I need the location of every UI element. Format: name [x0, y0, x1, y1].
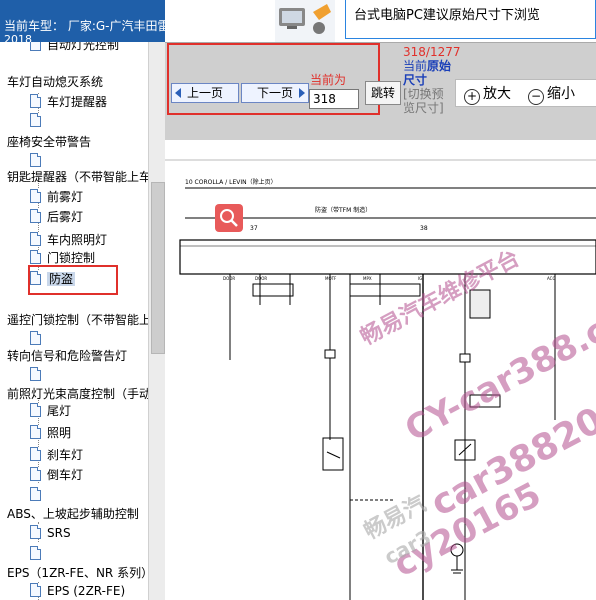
svg-text:IG: IG	[418, 276, 422, 281]
document-icon	[30, 367, 41, 381]
tree-category-eps[interactable]: EPS（1ZR-FE、NR 系列）	[7, 564, 148, 582]
tree-leaf-auto-light[interactable]: 自动灯光控制	[30, 42, 119, 54]
tree-leaf-illumination[interactable]: 照明	[30, 424, 71, 442]
tree-leaf-interior-light[interactable]: 车内照明灯	[30, 231, 107, 249]
diagram-viewer[interactable]: 10 COROLLA / LEVIN（除上页） 防盗（带TFM 制造） 37 3…	[165, 140, 596, 600]
switch-preview-link[interactable]: [切换预览尺寸]	[403, 87, 453, 115]
document-icon	[30, 583, 41, 597]
svg-text:DOOR: DOOR	[223, 276, 235, 281]
zoom-controls: + 放大 − 缩小	[455, 79, 596, 107]
banner: 台式电脑PC建议原始尺寸下浏览	[165, 0, 596, 42]
document-icon	[30, 467, 41, 481]
selection-highlight	[28, 265, 118, 295]
jump-button[interactable]: 跳转	[365, 81, 401, 105]
scrollbar-thumb[interactable]	[151, 182, 165, 354]
banner-illustration	[275, 0, 335, 42]
tree-category-abs[interactable]: ABS、上坡起步辅助控制	[7, 505, 139, 523]
current-word: 当前	[403, 59, 428, 73]
banner-notice: 台式电脑PC建议原始尺寸下浏览	[345, 0, 596, 39]
tree-leaf-light-reminder[interactable]: 车灯提醒器	[30, 93, 107, 111]
document-icon	[30, 250, 41, 264]
section-title: 防盗（带TFM 制造）	[315, 206, 371, 214]
tree-leaf-srs[interactable]: SRS	[30, 524, 71, 542]
title-bar: 当前车型： 厂家:G-广汽丰田雷凌（Levin）2014-2018 2018	[0, 0, 165, 42]
next-page-button[interactable]: 下一页	[241, 83, 309, 103]
svg-text:ACC: ACC	[547, 276, 555, 281]
banner-text: 台式电脑PC建议原始尺寸下浏览	[354, 8, 540, 23]
svg-text:DOOR: DOOR	[255, 276, 267, 281]
document-icon	[30, 525, 41, 539]
tree-leaf-empty[interactable]	[30, 545, 41, 563]
col-37: 37	[250, 225, 258, 232]
document-icon	[30, 487, 41, 501]
current-model-text: 当前车型： 厂家:G-广汽丰田雷凌（Levin）2014-2018	[4, 19, 165, 33]
zoom-out-icon: −	[528, 89, 544, 105]
zoom-in-button[interactable]: + 放大	[464, 83, 511, 105]
document-icon	[30, 42, 41, 51]
document-icon	[30, 232, 41, 246]
prev-page-button[interactable]: 上一页	[171, 83, 239, 103]
document-icon	[30, 189, 41, 203]
page-number-input[interactable]	[309, 89, 359, 109]
arrow-right-icon	[299, 88, 305, 98]
tree-category-key-reminder[interactable]: 钥匙提醒器（不带智能上车和起动系统）	[7, 168, 148, 186]
page-info: 318/1277 当前原始尺寸 [切换预览尺寸]	[403, 45, 461, 115]
document-icon	[30, 94, 41, 108]
toolbar: 上一页 下一页 当前为 跳转 318/1277 当前原始尺寸 [切换预览尺寸] …	[165, 42, 596, 141]
svg-text:MPX: MPX	[363, 276, 372, 281]
tree-leaf-tail-light[interactable]: 尾灯	[30, 402, 71, 420]
magnify-button[interactable]	[215, 204, 243, 232]
diagram-header: 10 COROLLA / LEVIN（除上页）	[185, 178, 277, 186]
document-icon	[30, 209, 41, 223]
svg-text:MOTF: MOTF	[325, 276, 337, 281]
tree-leaf-empty[interactable]	[30, 366, 41, 384]
tree-category-light-off[interactable]: 车灯自动熄灭系统	[7, 73, 103, 91]
sidebar-scrollbar[interactable]	[148, 42, 166, 600]
tree-leaf-reverse-light[interactable]: 倒车灯	[30, 466, 83, 484]
tree-category-beam-height[interactable]: 前照灯光束高度控制（手动）	[7, 385, 148, 403]
magnify-icon	[220, 209, 238, 227]
tree-category-seatbelt[interactable]: 座椅安全带警告	[7, 133, 91, 151]
document-icon	[30, 447, 41, 461]
tree-category-remote-lock[interactable]: 遥控门锁控制（不带智能上车和起动系统）	[7, 311, 148, 329]
page-fraction: 318/1277	[403, 45, 461, 59]
document-icon	[30, 425, 41, 439]
document-icon	[30, 113, 41, 127]
tree-leaf-rear-fog[interactable]: 后雾灯	[30, 208, 83, 226]
col-38: 38	[420, 225, 428, 232]
tree-leaf-empty[interactable]	[30, 330, 41, 348]
document-icon	[30, 331, 41, 345]
sidebar-tree: 自动灯光控制 车灯自动熄灭系统 车灯提醒器 座椅安全带警告 钥匙提醒器（不带智能…	[0, 42, 148, 600]
tree-category-turn-signal[interactable]: 转向信号和危险警告灯	[7, 347, 127, 365]
current-page-label: 当前为	[310, 73, 347, 87]
tree-leaf-front-fog[interactable]: 前雾灯	[30, 188, 83, 206]
tree-leaf-eps-2zr[interactable]: EPS (2ZR-FE)	[30, 582, 125, 600]
arrow-left-icon	[175, 88, 181, 98]
document-icon	[30, 153, 41, 167]
document-icon	[30, 546, 41, 560]
tree-leaf-empty[interactable]	[30, 112, 41, 130]
zoom-out-button[interactable]: − 缩小	[528, 83, 575, 105]
zoom-in-icon: +	[464, 89, 480, 105]
model-year-text: 2018	[4, 33, 32, 42]
tree-leaf-empty[interactable]	[30, 486, 41, 504]
document-icon	[30, 403, 41, 417]
tree-leaf-brake-light[interactable]: 刹车灯	[30, 446, 83, 464]
